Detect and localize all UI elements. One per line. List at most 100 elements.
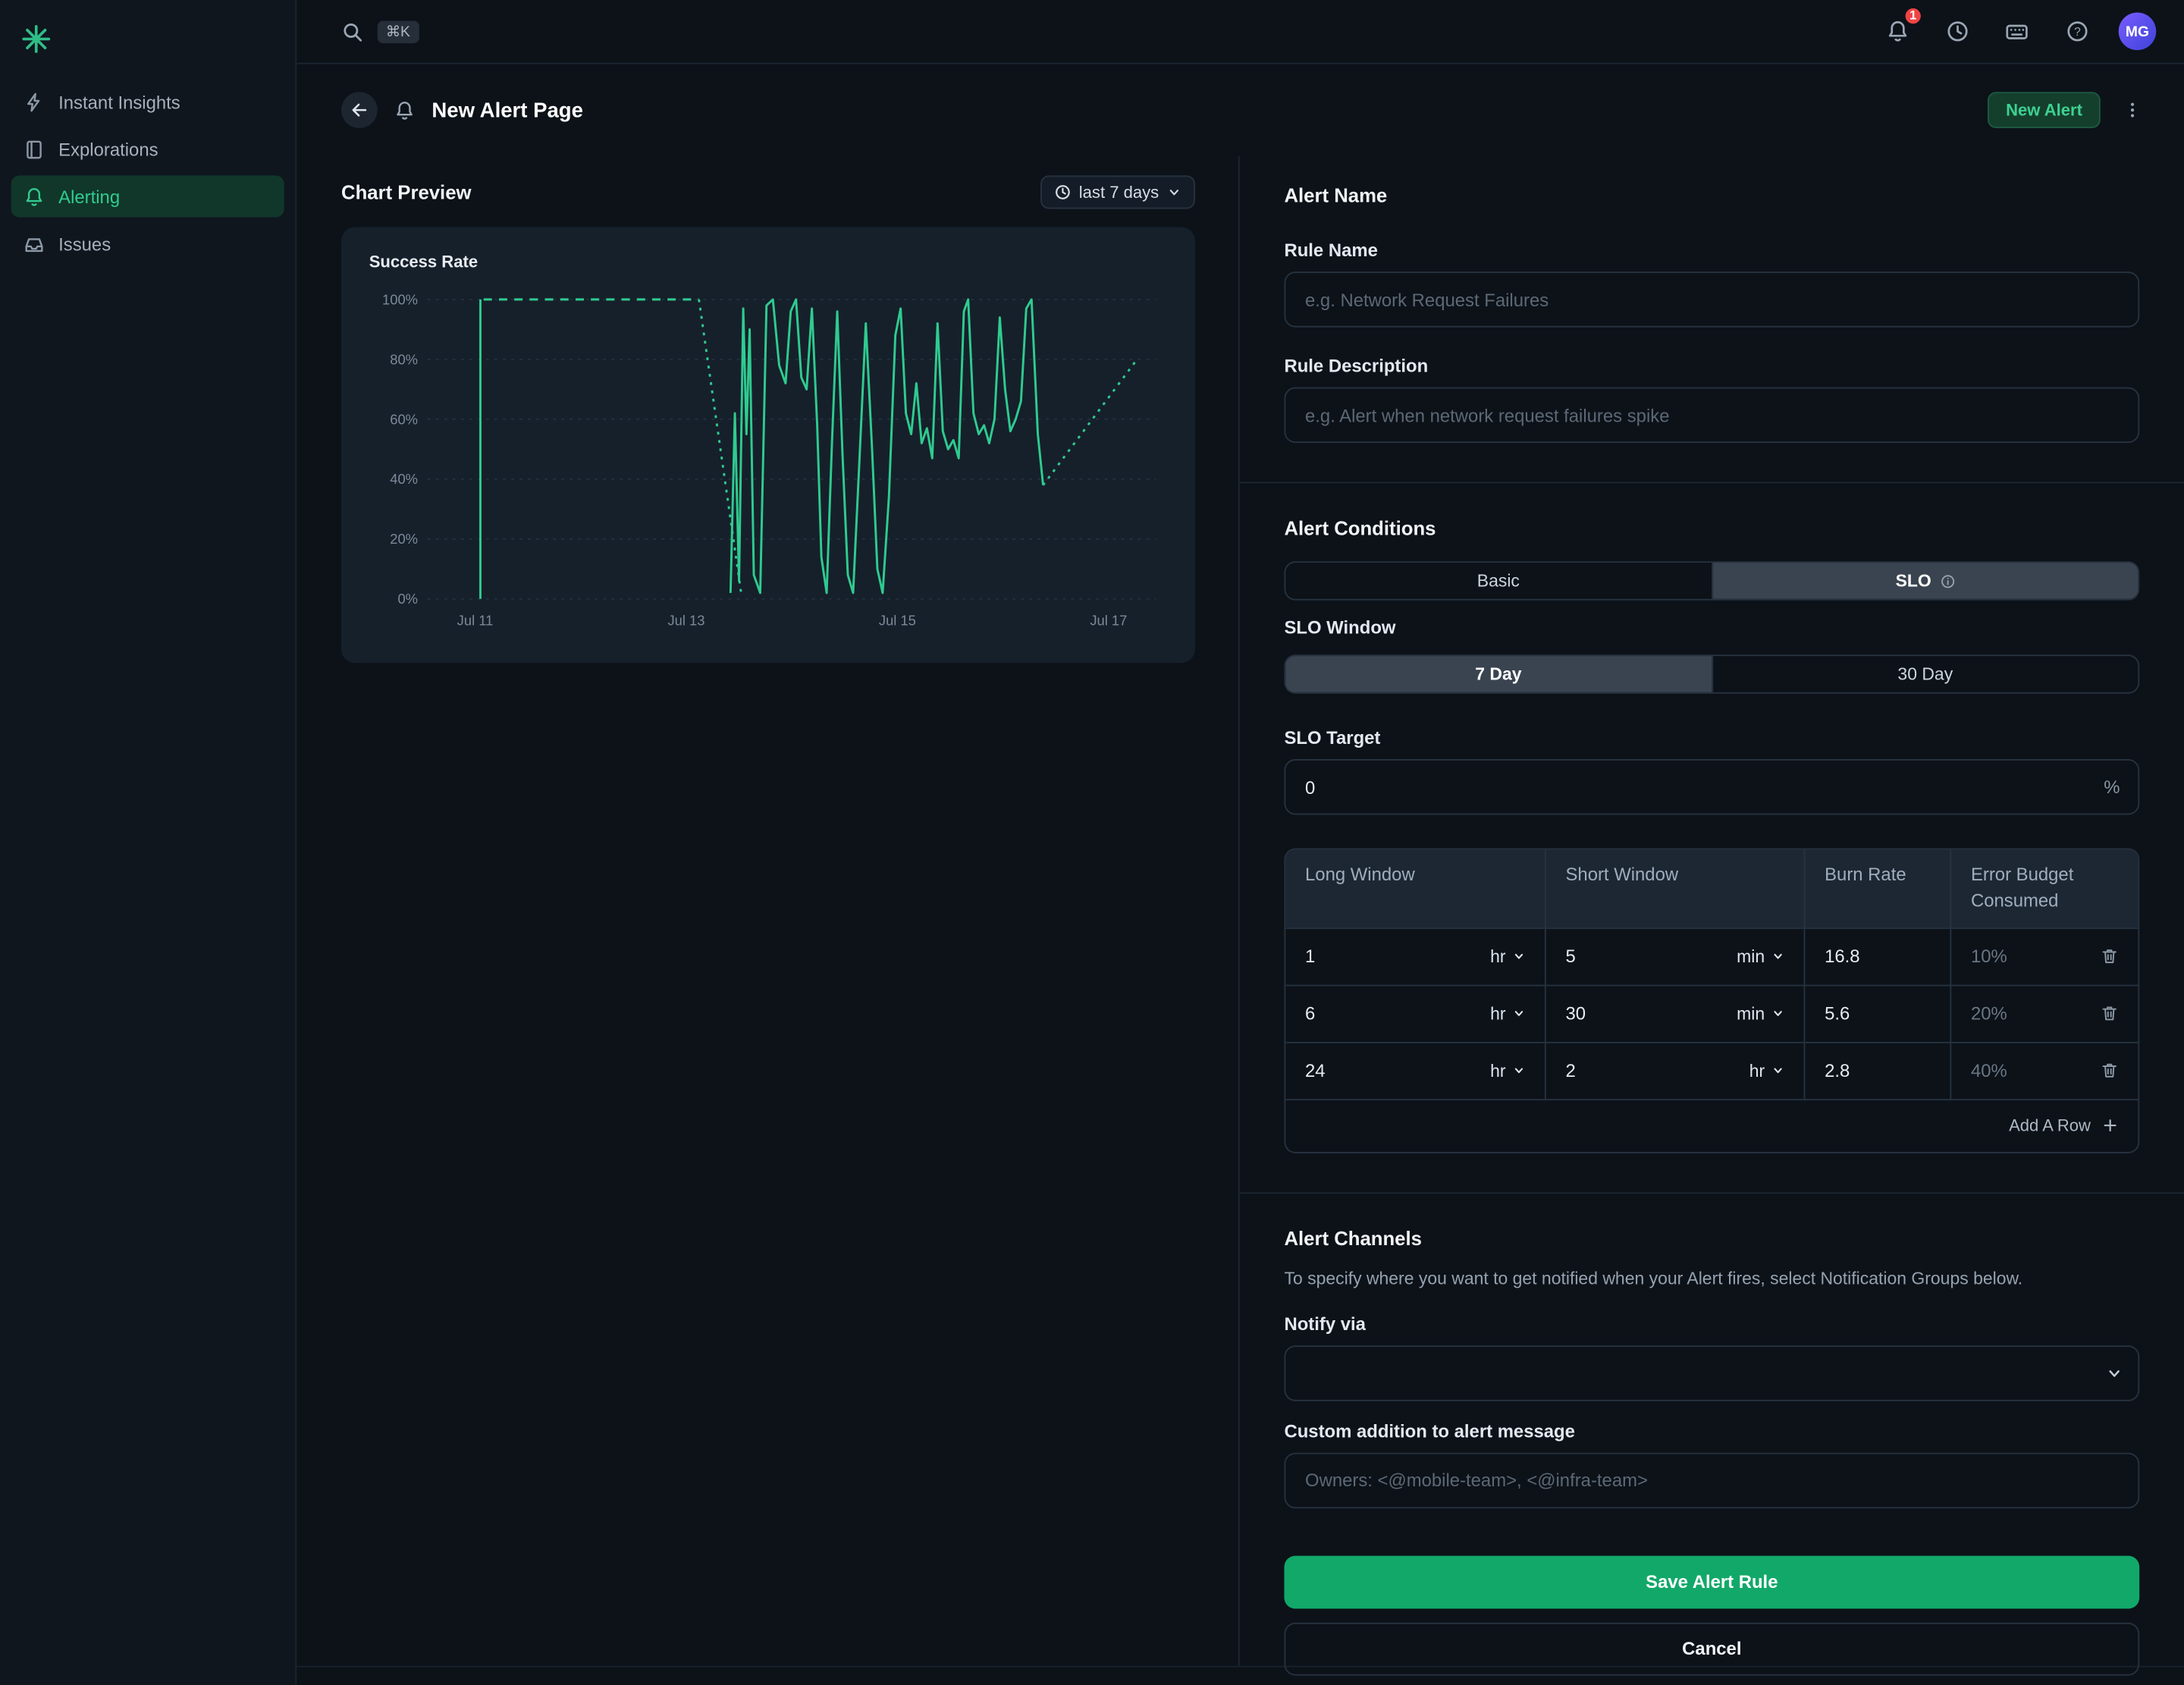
svg-text:60%: 60% (390, 411, 418, 427)
unit-label: hr (1490, 1061, 1505, 1081)
slo-target-field: % (1284, 759, 2139, 814)
topbar: ⌘K 1 ? (297, 0, 2184, 64)
save-alert-rule-button[interactable]: Save Alert Rule (1284, 1555, 2139, 1608)
unit-label: hr (1490, 946, 1505, 966)
rule-name-input[interactable] (1284, 271, 2139, 327)
burn-rate-value[interactable]: 5.6 (1825, 1003, 1850, 1024)
add-row-button[interactable]: Add A Row (2009, 1116, 2119, 1136)
svg-text:Jul 15: Jul 15 (879, 613, 916, 629)
burn-rate-value[interactable]: 16.8 (1825, 946, 1859, 967)
sidebar-item-issues[interactable]: Issues (11, 223, 284, 265)
sidebar-item-label: Instant Insights (58, 91, 180, 112)
topbar-actions: 1 ? MG (1879, 13, 2157, 51)
condition-basic-label: Basic (1477, 571, 1520, 591)
alert-name-section-title: Alert Name (1284, 184, 2139, 206)
slo-window-30day-tab[interactable]: 30 Day (1711, 656, 2138, 692)
unit-label: min (1737, 1004, 1765, 1024)
inbox-icon (24, 234, 45, 255)
avatar-initials: MG (2126, 23, 2149, 39)
condition-slo-tab[interactable]: SLO (1711, 563, 2138, 599)
error-budget-value: 10% (1971, 946, 2007, 967)
keyboard-shortcuts-button[interactable] (1999, 13, 2035, 49)
percent-suffix: % (2104, 777, 2120, 798)
search-shortcut-badge: ⌘K (378, 20, 419, 42)
short-window-value[interactable]: 5 (1565, 946, 1575, 967)
delete-row-button[interactable] (2101, 1062, 2119, 1080)
short-window-value[interactable]: 30 (1565, 1003, 1586, 1024)
unit-label: hr (1749, 1061, 1765, 1081)
sidebar-item-instant-insights[interactable]: Instant Insights (11, 81, 284, 123)
condition-slo-label: SLO (1896, 571, 1931, 591)
cancel-button[interactable]: Cancel (1284, 1622, 2139, 1675)
clock-icon (1054, 184, 1071, 200)
lightning-icon (24, 91, 45, 112)
svg-text:80%: 80% (390, 351, 418, 367)
main-content: New Alert Page New Alert Chart Preview (297, 64, 2184, 1685)
chevron-down-icon (1513, 1007, 1526, 1020)
chevron-down-icon (1513, 950, 1526, 963)
long-window-unit-select[interactable]: hr (1490, 1004, 1525, 1024)
section-divider (1238, 482, 2184, 484)
short-window-value[interactable]: 2 (1565, 1060, 1575, 1081)
chart-preview-panel: Chart Preview last 7 days Success Rate 1… (341, 156, 1195, 664)
condition-basic-tab[interactable]: Basic (1285, 563, 1711, 599)
long-window-unit-select[interactable]: hr (1490, 946, 1525, 966)
new-alert-button[interactable]: New Alert (1988, 92, 2101, 128)
app-window: Instant Insights Explorations Alerting I… (0, 0, 2184, 1685)
svg-text:20%: 20% (390, 531, 418, 547)
trash-icon (2101, 947, 2119, 965)
back-button[interactable] (341, 92, 378, 128)
trash-icon (2101, 1005, 2119, 1023)
rule-description-input[interactable] (1284, 388, 2139, 443)
col-long-window: Long Window (1285, 849, 1545, 927)
app-logo-icon[interactable] (20, 22, 53, 55)
custom-message-input[interactable] (1284, 1452, 2139, 1508)
info-icon (1940, 573, 1955, 588)
user-avatar[interactable]: MG (2119, 13, 2157, 51)
error-budget-value: 20% (1971, 1003, 2007, 1024)
chevron-down-icon (1513, 1065, 1526, 1078)
time-range-select[interactable]: last 7 days (1040, 175, 1195, 209)
trash-icon (2101, 1062, 2119, 1080)
slo-window-7day-tab[interactable]: 7 Day (1285, 656, 1711, 692)
condition-type-toggle: Basic SLO (1284, 561, 2139, 600)
rule-description-label: Rule Description (1284, 355, 2139, 376)
chevron-down-icon (1771, 1007, 1784, 1020)
more-options-button[interactable] (2123, 100, 2142, 120)
search-button[interactable]: ⌘K (341, 20, 419, 42)
delete-row-button[interactable] (2101, 1005, 2119, 1023)
book-icon (24, 139, 45, 160)
svg-text:40%: 40% (390, 471, 418, 487)
kebab-icon (2123, 100, 2142, 120)
sidebar-item-explorations[interactable]: Explorations (11, 128, 284, 170)
column-divider (1238, 156, 1240, 1666)
col-error-budget: Error Budget Consumed (1950, 849, 2138, 927)
help-button[interactable]: ? (2059, 13, 2095, 49)
long-window-value[interactable]: 24 (1305, 1060, 1326, 1081)
history-button[interactable] (1939, 13, 1975, 49)
plus-icon (2102, 1117, 2119, 1134)
chart-title: Success Rate (369, 252, 1173, 271)
sidebar-item-alerting[interactable]: Alerting (11, 175, 284, 217)
notifications-button[interactable]: 1 (1879, 13, 1916, 49)
slo-window-label: SLO Window (1284, 617, 2139, 639)
notify-via-label: Notify via (1284, 1313, 2139, 1335)
sidebar-item-label: Issues (58, 234, 111, 255)
long-window-value[interactable]: 6 (1305, 1003, 1315, 1024)
notify-via-field (1284, 1345, 2139, 1401)
short-window-unit-select[interactable]: hr (1749, 1061, 1784, 1081)
custom-message-label: Custom addition to alert message (1284, 1420, 2139, 1442)
delete-row-button[interactable] (2101, 947, 2119, 965)
alert-channels-description: To specify where you want to get notifie… (1284, 1266, 2139, 1291)
long-window-value[interactable]: 1 (1305, 946, 1315, 967)
help-icon: ? (2065, 20, 2088, 43)
short-window-unit-select[interactable]: min (1737, 946, 1784, 966)
col-short-window: Short Window (1545, 849, 1804, 927)
slo-target-input[interactable] (1284, 759, 2139, 814)
alert-bell-icon (394, 99, 416, 121)
notify-via-select[interactable] (1284, 1345, 2139, 1401)
svg-text:?: ? (2073, 26, 2080, 39)
short-window-unit-select[interactable]: min (1737, 1004, 1784, 1024)
burn-rate-value[interactable]: 2.8 (1825, 1060, 1850, 1081)
long-window-unit-select[interactable]: hr (1490, 1061, 1525, 1081)
